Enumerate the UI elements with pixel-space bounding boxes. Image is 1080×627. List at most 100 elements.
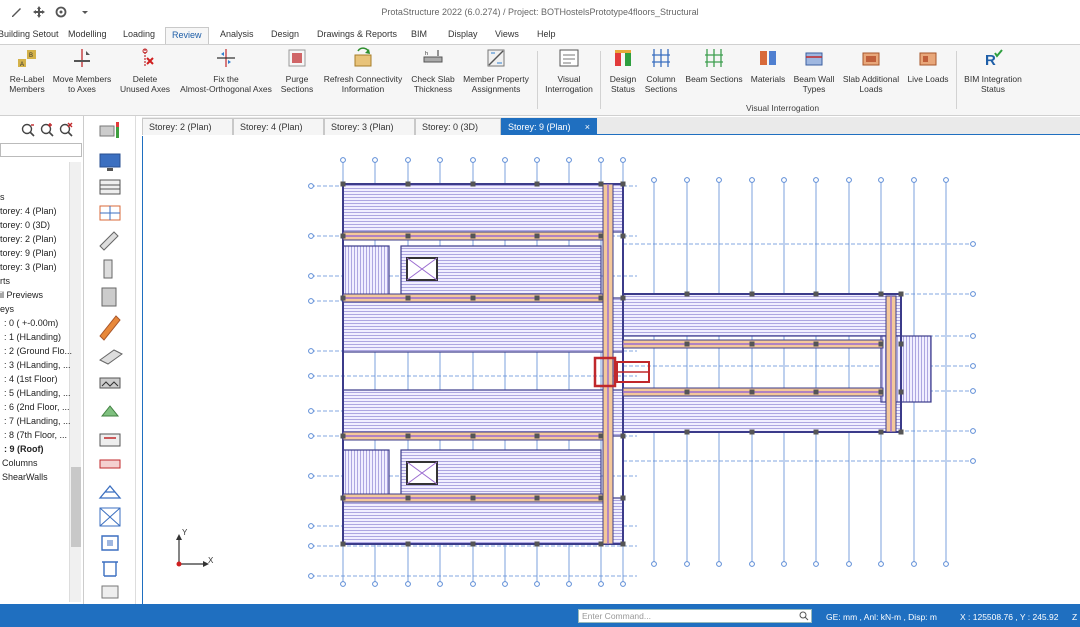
slab-orange-icon[interactable] xyxy=(99,315,121,341)
tree-scroll-thumb[interactable] xyxy=(71,467,81,547)
tree-item[interactable]: s xyxy=(0,192,5,202)
red-beam-icon[interactable] xyxy=(99,459,121,469)
axis-bubble xyxy=(598,157,604,163)
tree-item[interactable]: eys xyxy=(0,304,14,314)
beam-wall-types-button[interactable]: Beam Wall Types xyxy=(790,47,838,94)
tab-views[interactable]: Views xyxy=(489,27,525,44)
doc-tab-storey-9[interactable]: Storey: 9 (Plan) × xyxy=(501,118,597,135)
doc-tab-storey-3[interactable]: Storey: 3 (Plan) xyxy=(324,118,415,135)
tree-item[interactable]: : 5 (HLanding, ... xyxy=(4,388,71,398)
zoom-in-icon[interactable] xyxy=(40,123,54,137)
tab-modelling[interactable]: Modelling xyxy=(62,27,113,44)
axis-bubble xyxy=(970,363,976,369)
column xyxy=(684,429,690,435)
refresh-connectivity-button[interactable]: Refresh Connectivity Information xyxy=(318,47,408,94)
wall-icon[interactable] xyxy=(101,287,117,307)
axis-bubble xyxy=(970,388,976,394)
tree-item[interactable]: torey: 4 (Plan) xyxy=(0,206,57,216)
tree-item[interactable]: : 3 (HLanding, ... xyxy=(4,360,71,370)
command-placeholder: Enter Command... xyxy=(582,611,651,621)
tree-item[interactable]: : 4 (1st Floor) xyxy=(4,374,58,384)
tree-filter-input[interactable] xyxy=(0,143,82,157)
doc-tab-storey-2[interactable]: Storey: 2 (Plan) xyxy=(142,118,233,135)
visual-interrogation-button[interactable]: Visual Interrogation xyxy=(541,47,597,94)
column-icon[interactable] xyxy=(103,259,113,279)
stairs-icon[interactable] xyxy=(99,377,121,389)
tab-display[interactable]: Display xyxy=(442,27,484,44)
design-status-button[interactable]: Design Status xyxy=(604,47,642,94)
more-tools-icon[interactable] xyxy=(101,585,119,599)
tree-item[interactable]: : 6 (2nd Floor, ... xyxy=(4,402,70,412)
check-slab-thickness-button[interactable]: h Check Slab Thickness xyxy=(408,47,458,94)
column xyxy=(749,291,755,297)
move-members-button[interactable]: Move Members to Axes xyxy=(50,47,114,94)
axis-bubble xyxy=(340,157,346,163)
tab-analysis[interactable]: Analysis xyxy=(214,27,260,44)
truss-icon[interactable] xyxy=(98,484,122,499)
bim-integration-status-button[interactable]: R BIM Integration Status xyxy=(960,47,1026,94)
fix-orthogonal-axes-button[interactable]: Fix the Almost-Orthogonal Axes xyxy=(176,47,276,94)
tree-item[interactable]: torey: 3 (Plan) xyxy=(0,262,57,272)
slab-grey-icon[interactable] xyxy=(99,349,123,365)
tab-drawings-reports[interactable]: Drawings & Reports xyxy=(311,27,403,44)
tree-item[interactable]: : 8 (7th Floor, ... xyxy=(4,430,67,440)
beam-sections-button[interactable]: Beam Sections xyxy=(682,47,746,84)
monitor-icon[interactable] xyxy=(99,153,121,171)
tree-item[interactable]: : 7 (HLanding, ... xyxy=(4,416,71,426)
tree-item[interactable]: : 9 (Roof) xyxy=(4,444,44,454)
plan-canvas[interactable]: Y X xyxy=(142,136,1080,604)
refresh-label-2: Information xyxy=(341,84,385,94)
purge-sections-button[interactable]: Purge Sections xyxy=(276,47,318,94)
load-arrow-icon[interactable] xyxy=(99,433,121,447)
tab-loading[interactable]: Loading xyxy=(117,27,161,44)
axis-bubble xyxy=(911,177,917,183)
zoom-icon[interactable] xyxy=(21,123,35,137)
clip-icon[interactable] xyxy=(101,535,119,551)
delete-unused-axes-button[interactable]: Delete Unused Axes xyxy=(116,47,174,94)
beam-wall-label-2: Types xyxy=(802,84,826,94)
tab-bim[interactable]: BIM xyxy=(405,27,433,44)
bracing-icon[interactable] xyxy=(99,507,121,527)
tree-item[interactable]: torey: 0 (3D) xyxy=(0,220,50,230)
zoom-clear-icon[interactable] xyxy=(59,122,73,137)
tree-item[interactable]: : 0 ( +-0.00m) xyxy=(4,318,58,328)
tree-item[interactable]: torey: 9 (Plan) xyxy=(0,248,57,258)
tree-item[interactable]: rts xyxy=(0,276,10,286)
beam-icon[interactable] xyxy=(99,231,119,251)
tree-item[interactable]: il Previews xyxy=(0,290,43,300)
command-input[interactable]: Enter Command... xyxy=(578,609,812,623)
doc-tab-storey-0[interactable]: Storey: 0 (3D) xyxy=(415,118,501,135)
tab-building-setout[interactable]: Building Setout xyxy=(0,27,65,44)
tab-help[interactable]: Help xyxy=(531,27,562,44)
column-sections-button[interactable]: Column Sections xyxy=(642,47,680,94)
member-property-button[interactable]: Member Property Assignments xyxy=(459,47,533,94)
table-icon[interactable] xyxy=(99,179,121,195)
support-icon[interactable] xyxy=(102,561,118,577)
purge-icon xyxy=(288,49,306,67)
relabel-members-button[interactable]: AB Re-Label Members xyxy=(4,47,50,94)
tree-item[interactable]: : 2 (Ground Flo... xyxy=(4,346,72,356)
tab-review[interactable]: Review xyxy=(165,27,209,44)
storey-list-icon[interactable] xyxy=(99,122,119,138)
footing-icon[interactable] xyxy=(100,405,120,417)
tree-item[interactable]: torey: 2 (Plan) xyxy=(0,234,57,244)
axis-bubble xyxy=(308,473,314,479)
ribbon-separator xyxy=(600,51,601,109)
live-loads-button[interactable]: Live Loads xyxy=(904,47,952,84)
slab-additional-loads-button[interactable]: Slab Additional Loads xyxy=(840,47,902,94)
beam-wall-icon xyxy=(805,52,823,66)
tab-design[interactable]: Design xyxy=(265,27,305,44)
axis-bubble xyxy=(620,157,626,163)
tree-item[interactable]: Columns xyxy=(2,458,38,468)
column xyxy=(470,495,476,501)
grid-members-icon[interactable] xyxy=(99,205,121,221)
materials-button[interactable]: Materials xyxy=(747,47,789,84)
column xyxy=(813,341,819,347)
tree-item[interactable]: : 1 (HLanding) xyxy=(4,332,61,342)
tree-item[interactable]: ShearWalls xyxy=(2,472,48,482)
doc-tab-storey-4[interactable]: Storey: 4 (Plan) xyxy=(233,118,324,135)
close-icon[interactable]: × xyxy=(585,119,590,135)
tree-scrollbar[interactable] xyxy=(69,162,81,602)
floor-plan[interactable]: Y X xyxy=(143,136,1080,604)
search-icon[interactable] xyxy=(799,611,809,621)
